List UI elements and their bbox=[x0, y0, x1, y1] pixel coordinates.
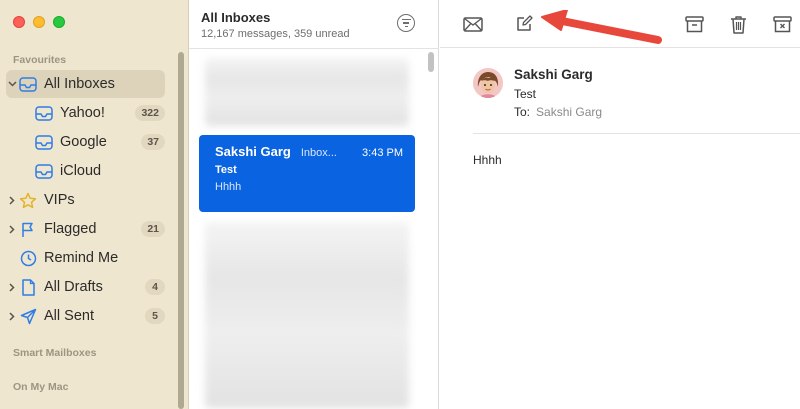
inbox-tray-icon bbox=[34, 133, 54, 151]
sidebar-item-remind-me[interactable]: Remind Me bbox=[6, 244, 165, 272]
sidebar-item-label: All Drafts bbox=[44, 279, 103, 295]
sidebar-item-label: iCloud bbox=[60, 163, 102, 179]
chevron-right-icon[interactable] bbox=[6, 311, 18, 321]
sidebar-item-google[interactable]: Google 37 bbox=[6, 128, 165, 156]
sidebar-item-all-drafts[interactable]: All Drafts 4 bbox=[6, 273, 165, 301]
email-body: Hhhh bbox=[473, 153, 502, 167]
message-folder: Inbox... bbox=[300, 147, 337, 159]
chevron-down-icon[interactable] bbox=[6, 81, 18, 87]
archive-icon[interactable] bbox=[683, 13, 705, 35]
sidebar-item-label: All Inboxes bbox=[44, 76, 115, 92]
list-scrollbar[interactable] bbox=[428, 52, 434, 72]
paper-plane-icon bbox=[18, 307, 38, 325]
message-sender: Sakshi Garg bbox=[215, 144, 291, 159]
recipient-name[interactable]: Sakshi Garg bbox=[536, 105, 602, 119]
sidebar-item-all-sent[interactable]: All Sent 5 bbox=[6, 302, 165, 330]
junk-icon[interactable] bbox=[771, 13, 793, 35]
compose-icon[interactable] bbox=[513, 13, 535, 35]
inbox-tray-icon bbox=[34, 104, 54, 122]
unread-count-badge: 37 bbox=[141, 134, 165, 150]
chevron-right-icon[interactable] bbox=[6, 195, 18, 205]
sidebar-item-icloud[interactable]: iCloud bbox=[6, 157, 165, 185]
message-time: 3:43 PM bbox=[362, 147, 403, 159]
filter-icon[interactable] bbox=[397, 14, 415, 32]
window-controls bbox=[13, 16, 65, 28]
message-subject: Test bbox=[215, 164, 237, 176]
minimize-window-button[interactable] bbox=[33, 16, 45, 28]
sidebar-item-label: Yahoo! bbox=[60, 105, 105, 121]
message-preview: Hhhh bbox=[215, 181, 242, 193]
selected-message-item[interactable]: Sakshi Garg Inbox... 3:43 PM Test Hhhh bbox=[199, 135, 415, 212]
divider bbox=[189, 48, 439, 49]
inbox-tray-icon bbox=[18, 75, 38, 93]
list-header: All Inboxes 12,167 messages, 359 unread bbox=[201, 10, 350, 40]
sidebar-item-vips[interactable]: VIPs bbox=[6, 186, 165, 214]
count-badge: 21 bbox=[141, 221, 165, 237]
sidebar-item-label: Remind Me bbox=[44, 250, 119, 266]
clock-icon bbox=[18, 249, 38, 267]
section-smart-mailboxes[interactable]: Smart Mailboxes bbox=[13, 347, 96, 359]
sidebar-item-all-inboxes[interactable]: All Inboxes bbox=[6, 70, 165, 98]
close-window-button[interactable] bbox=[13, 16, 25, 28]
section-on-my-mac[interactable]: On My Mac bbox=[13, 381, 68, 393]
sidebar: Favourites All Inboxes Yahoo! 322 Google… bbox=[0, 0, 189, 409]
message-list: All Inboxes 12,167 messages, 359 unread … bbox=[189, 0, 439, 409]
document-icon bbox=[18, 278, 38, 296]
chevron-right-icon[interactable] bbox=[6, 282, 18, 292]
envelope-icon[interactable] bbox=[462, 13, 484, 35]
email-sender[interactable]: Sakshi Garg bbox=[514, 67, 593, 82]
to-label: To: bbox=[514, 105, 531, 119]
email-recipient-row: To: Sakshi Garg bbox=[514, 105, 602, 119]
divider bbox=[473, 133, 800, 134]
sidebar-scrollbar[interactable] bbox=[178, 52, 184, 409]
sidebar-item-flagged[interactable]: Flagged 21 bbox=[6, 215, 165, 243]
avatar bbox=[473, 68, 503, 98]
count-badge: 5 bbox=[145, 308, 165, 324]
message-count: 12,167 messages, 359 unread bbox=[201, 28, 350, 40]
sidebar-item-yahoo[interactable]: Yahoo! 322 bbox=[6, 99, 165, 127]
sidebar-item-label: Google bbox=[60, 134, 107, 150]
flag-icon bbox=[18, 220, 38, 238]
list-title: All Inboxes bbox=[201, 10, 271, 25]
annotation-arrow-icon bbox=[541, 10, 662, 44]
star-icon bbox=[18, 191, 38, 209]
chevron-right-icon[interactable] bbox=[6, 224, 18, 234]
sidebar-item-label: Flagged bbox=[44, 221, 97, 237]
blurred-message-item[interactable] bbox=[205, 58, 409, 126]
reading-pane: Sakshi Garg Test To: Sakshi Garg Hhhh bbox=[440, 49, 800, 409]
zoom-window-button[interactable] bbox=[53, 16, 65, 28]
trash-icon[interactable] bbox=[727, 13, 749, 35]
email-subject: Test bbox=[514, 87, 537, 101]
unread-count-badge: 322 bbox=[135, 105, 165, 121]
inbox-tray-icon bbox=[34, 162, 54, 180]
sidebar-item-label: All Sent bbox=[44, 308, 94, 324]
count-badge: 4 bbox=[145, 279, 165, 295]
sidebar-item-label: VIPs bbox=[44, 192, 75, 208]
blurred-message-list[interactable] bbox=[205, 222, 409, 408]
section-favourites: Favourites bbox=[13, 54, 67, 66]
